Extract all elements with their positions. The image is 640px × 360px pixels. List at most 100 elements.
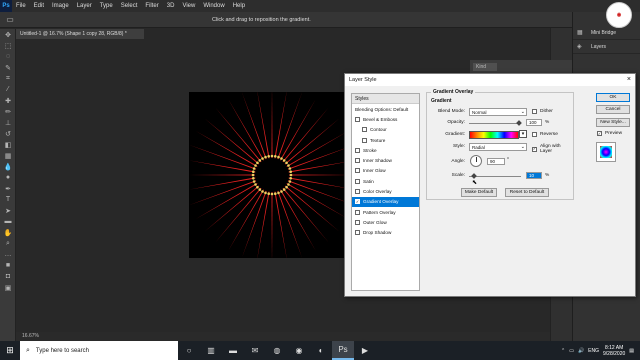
brush-tool-icon[interactable]: ✏ <box>0 106 16 117</box>
type-tool-icon[interactable]: T <box>0 194 16 205</box>
style-item-inner-shadow[interactable]: Inner Shadow <box>352 155 419 165</box>
pen-tool-icon[interactable]: ✒ <box>0 183 16 194</box>
styles-header[interactable]: Styles <box>352 94 419 104</box>
menu-type[interactable]: Type <box>96 3 117 9</box>
firefox-icon[interactable]: ◍ <box>266 341 288 360</box>
make-default-button[interactable]: Make Default <box>461 188 497 197</box>
file-explorer-icon[interactable]: ▬ <box>222 341 244 360</box>
style-checkbox[interactable] <box>355 168 360 174</box>
style-checkbox[interactable] <box>362 127 367 133</box>
gradient-dropdown-arrow-icon[interactable]: ▾ <box>519 130 527 138</box>
opacity-slider[interactable] <box>469 120 522 126</box>
style-item-pattern-overlay[interactable]: Pattern Overlay <box>352 207 419 217</box>
reset-to-default-button[interactable]: Reset to Default <box>505 188 549 197</box>
style-checkbox[interactable] <box>355 219 360 225</box>
crop-tool-icon[interactable]: ⌗ <box>0 73 16 84</box>
clone-stamp-tool-icon[interactable]: ⊥ <box>0 117 16 128</box>
document-canvas[interactable] <box>189 92 355 258</box>
style-item-texture[interactable]: Texture <box>352 135 419 145</box>
gradient-tool-icon[interactable]: ▭ <box>3 14 17 26</box>
style-item-bevel-emboss[interactable]: Bevel & Emboss <box>352 114 419 124</box>
menu-help[interactable]: Help <box>229 3 249 9</box>
menu-layer[interactable]: Layer <box>73 3 96 9</box>
style-checkbox[interactable] <box>355 178 360 184</box>
clock[interactable]: 8:12 AM 9/28/2020 <box>603 345 625 357</box>
healing-brush-tool-icon[interactable]: ✚ <box>0 95 16 106</box>
document-tab[interactable]: Untitled-1 @ 16.7% (Shape 1 copy 28, RGB… <box>16 29 144 39</box>
align-with-layer-checkbox[interactable]: ✓ Align with Layer <box>532 144 573 154</box>
more-tools-icon[interactable]: … <box>0 249 16 260</box>
panel-layers[interactable]: ◈ Layers <box>573 40 640 54</box>
color-swatches-icon[interactable]: ■ <box>0 260 16 271</box>
menu-view[interactable]: View <box>178 3 199 9</box>
blur-tool-icon[interactable]: 💧 <box>0 161 16 172</box>
eyedropper-tool-icon[interactable]: ⁄ <box>0 84 16 95</box>
mail-icon[interactable]: ✉ <box>244 341 266 360</box>
angle-input[interactable]: 90 <box>487 158 505 165</box>
style-checkbox[interactable] <box>355 116 360 122</box>
style-checkbox[interactable] <box>355 209 360 215</box>
language-indicator[interactable]: ENG <box>588 348 599 354</box>
gradient-picker[interactable] <box>469 131 519 139</box>
reverse-checkbox[interactable]: Reverse <box>532 132 558 137</box>
style-item-contour[interactable]: Contour <box>352 125 419 135</box>
kind-filter[interactable]: Kind <box>473 63 497 71</box>
volume-icon[interactable]: 🔊 <box>578 348 584 354</box>
gradient-style-select[interactable]: Radial ⌄ <box>469 143 527 151</box>
style-item-stroke[interactable]: Stroke <box>352 145 419 155</box>
style-checkbox[interactable] <box>355 147 360 153</box>
menu-filter[interactable]: Filter <box>141 3 162 9</box>
network-icon[interactable]: ▭ <box>569 348 574 354</box>
scale-input[interactable]: 10 <box>526 172 542 179</box>
style-item-outer-glow[interactable]: Outer Glow <box>352 217 419 227</box>
chrome-icon[interactable]: ◉ <box>288 341 310 360</box>
camtasia-icon[interactable]: ▶ <box>354 341 376 360</box>
style-item-inner-glow[interactable]: Inner Glow <box>352 166 419 176</box>
menu-window[interactable]: Window <box>199 3 228 9</box>
dodge-tool-icon[interactable]: ● <box>0 172 16 183</box>
shape-tool-icon[interactable]: ▬ <box>0 216 16 227</box>
opacity-slider-knob[interactable] <box>516 120 522 126</box>
menu-file[interactable]: File <box>12 3 30 9</box>
new-style-button[interactable]: New Style... <box>596 118 630 127</box>
scale-slider-knob[interactable] <box>471 173 478 179</box>
style-checkbox[interactable] <box>355 189 360 195</box>
opacity-input[interactable]: 100 <box>526 119 542 126</box>
photoshop-taskbar-icon[interactable]: Ps <box>332 341 354 360</box>
style-item-blending-options-default[interactable]: Blending Options: Default <box>352 104 419 114</box>
menu-image[interactable]: Image <box>48 3 73 9</box>
taskbar-search-box[interactable]: ⌕ Type here to search <box>20 341 178 360</box>
gradient-tool-icon[interactable]: ▦ <box>0 150 16 161</box>
close-icon[interactable]: × <box>627 76 631 83</box>
quick-select-tool-icon[interactable]: ✎ <box>0 62 16 73</box>
taskbar-app-icon[interactable]: ▥ <box>200 341 222 360</box>
quick-mask-icon[interactable]: ◘ <box>0 271 16 282</box>
marquee-tool-icon[interactable]: ⬚ <box>0 40 16 51</box>
scale-slider[interactable] <box>469 173 521 179</box>
style-checkbox[interactable]: ✓ <box>355 199 360 205</box>
angle-dial[interactable] <box>470 155 482 167</box>
cancel-button[interactable]: Cancel <box>596 105 630 114</box>
style-item-satin[interactable]: Satin <box>352 176 419 186</box>
style-checkbox[interactable] <box>362 137 367 143</box>
menu-select[interactable]: Select <box>117 3 142 9</box>
notifications-icon[interactable]: ▤ <box>629 348 634 354</box>
style-item-drop-shadow[interactable]: Drop Shadow <box>352 228 419 238</box>
preview-checkbox[interactable]: ✓ Preview <box>597 131 622 136</box>
tray-expand-icon[interactable]: ⌃ <box>561 348 565 354</box>
history-brush-tool-icon[interactable]: ↺ <box>0 128 16 139</box>
screen-mode-icon[interactable]: ▣ <box>0 282 16 293</box>
windows-start-icon[interactable]: ⊞ <box>0 341 20 360</box>
task-view-icon[interactable]: ○ <box>178 341 200 360</box>
lasso-tool-icon[interactable]: ◌ <box>0 51 16 62</box>
menu-edit[interactable]: Edit <box>30 3 48 9</box>
panel-mini-bridge[interactable]: ▦ Mini Bridge <box>573 26 640 40</box>
eraser-tool-icon[interactable]: ◧ <box>0 139 16 150</box>
style-item-gradient-overlay[interactable]: ✓ Gradient Overlay <box>352 196 419 207</box>
style-checkbox[interactable] <box>355 158 360 164</box>
path-selection-tool-icon[interactable]: ➤ <box>0 205 16 216</box>
hand-tool-icon[interactable]: ✋ <box>0 227 16 238</box>
style-item-color-overlay[interactable]: Color Overlay <box>352 186 419 196</box>
zoom-tool-icon[interactable]: ⌕ <box>0 238 16 249</box>
dither-checkbox[interactable]: Dither <box>532 109 553 114</box>
